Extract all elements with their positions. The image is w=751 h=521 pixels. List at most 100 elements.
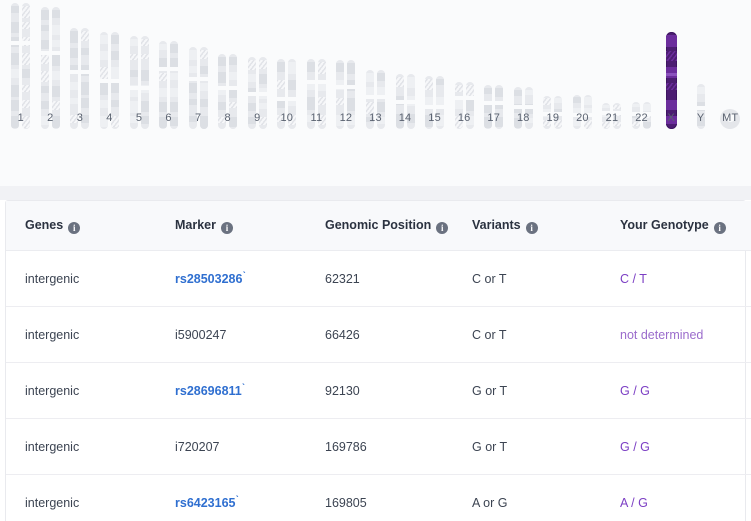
cell-marker: i720207: [175, 418, 325, 475]
cell-marker[interactable]: rs6423165ˋ: [175, 474, 325, 521]
cell-variants: A or G: [472, 474, 620, 521]
variant-table: Genes i Marker i Genomic Position i Variant…: [6, 201, 751, 521]
external-link-icon: ˋ: [235, 494, 239, 506]
chromosome-6[interactable]: 6: [154, 41, 184, 129]
external-link-icon: ˋ: [241, 382, 246, 394]
cell-genomic-position: 169786: [325, 418, 472, 475]
karyotype-panel: 1 2 3 4 5 6 7 8 9 10 11 12 13 14 15 16 17 18 19 20 21 22 X Y MT: [0, 0, 751, 186]
cell-genes: intergenic: [6, 306, 175, 363]
column-header-genes[interactable]: Genes i: [6, 201, 175, 251]
chromosome-x[interactable]: X: [656, 32, 686, 129]
chromosome-3[interactable]: 3: [65, 28, 95, 129]
marker-link-label: rs28696811: [175, 383, 242, 398]
chromosome-label-15: 15: [428, 112, 441, 124]
table-row[interactable]: intergenic rs28696811ˋ 92130 G or TG / G: [6, 362, 751, 419]
cell-marker[interactable]: rs28503286ˋ: [175, 250, 325, 307]
table-header: Genes i Marker i Genomic Position i Variant…: [6, 201, 751, 251]
external-link-icon: ˋ: [242, 270, 246, 282]
cell-genomic-position: 169805: [325, 474, 472, 521]
chromosome-label-10: 10: [280, 112, 294, 124]
marker-link-label: rs6423165: [175, 495, 236, 510]
genotype-not-determined: not determined: [620, 327, 704, 342]
panel-divider: [0, 186, 751, 200]
chromatid: [11, 3, 20, 129]
cell-variants: G or T: [472, 362, 620, 419]
table-row[interactable]: intergenic i5900247 66426 C or Tnot determi…: [6, 306, 751, 363]
table-row[interactable]: intergenic i720207 169786 G or TG / G: [6, 418, 751, 475]
chromosome-17[interactable]: 17: [479, 85, 509, 129]
marker-link[interactable]: rs28696811ˋ: [175, 382, 246, 398]
cell-genes: intergenic: [6, 250, 175, 307]
chromosome-20[interactable]: 20: [568, 95, 598, 129]
chromosome-mt[interactable]: MT: [715, 109, 745, 129]
cell-genes: intergenic: [6, 418, 175, 475]
column-header-variants-label: Variants: [472, 218, 521, 232]
chromosome-11[interactable]: 11: [302, 59, 332, 129]
chromosome-y[interactable]: Y: [686, 84, 716, 129]
column-header-variants[interactable]: Variants i: [472, 201, 620, 251]
table-row[interactable]: intergenic rs28503286ˋ 62321 C or TC / T: [6, 250, 751, 307]
chromosome-2[interactable]: 2: [36, 7, 66, 129]
genotype-value: G / G: [620, 439, 650, 454]
chromosome-label-6: 6: [165, 112, 172, 124]
column-header-marker[interactable]: Marker i: [175, 201, 325, 251]
genotype-value: G / G: [620, 383, 650, 398]
chromosome-label-9: 9: [254, 112, 261, 124]
cell-variants: C or T: [472, 250, 620, 307]
chromosome-12[interactable]: 12: [331, 60, 361, 129]
column-header-genes-label: Genes: [25, 218, 64, 232]
chromosome-label-17: 17: [487, 112, 501, 124]
cell-genes: intergenic: [6, 362, 175, 419]
column-header-genomic-position[interactable]: Genomic Position i: [325, 201, 472, 251]
cell-marker: i5900247: [175, 306, 325, 363]
marker-label: i720207: [175, 439, 220, 454]
info-icon[interactable]: i: [436, 222, 449, 234]
chromosome-1[interactable]: 1: [6, 3, 36, 129]
marker-link[interactable]: rs6423165ˋ: [175, 494, 239, 510]
chromosome-7[interactable]: 7: [183, 47, 213, 129]
table-row[interactable]: intergenic rs6423165ˋ 169805 A or GA / G: [6, 474, 751, 521]
cell-variants: C or T: [472, 306, 620, 363]
chromosome-21[interactable]: 21: [597, 103, 627, 129]
column-header-your-genotype[interactable]: Your Genotype i: [620, 201, 751, 251]
chromosome-8[interactable]: 8: [213, 54, 243, 129]
cell-marker[interactable]: rs28696811ˋ: [175, 362, 325, 419]
cell-your-genotype: G / G: [620, 362, 751, 419]
info-icon[interactable]: i: [68, 222, 81, 234]
cell-genomic-position: 66426: [325, 306, 472, 363]
chromosome-label-y: Y: [696, 112, 705, 124]
karyotype-ideogram[interactable]: 1 2 3 4 5 6 7 8 9 10 11 12 13 14 15 16 17 18 19 20 21 22 X Y MT: [0, 0, 751, 155]
chromosome-4[interactable]: 4: [95, 32, 125, 129]
chromatid: [40, 7, 49, 129]
cell-your-genotype: A / G: [620, 474, 751, 521]
chromosome-label-21: 21: [605, 112, 619, 124]
chromosome-label-20: 20: [576, 112, 589, 124]
chromosome-19[interactable]: 19: [538, 96, 568, 129]
cell-genes: intergenic: [6, 474, 175, 521]
chromosome-label-3: 3: [76, 112, 84, 124]
info-icon[interactable]: i: [713, 222, 726, 234]
variant-table-card: Genes i Marker i Genomic Position i Variant…: [5, 200, 751, 521]
cell-genomic-position: 62321: [325, 250, 472, 307]
chromosome-label-22: 22: [635, 112, 648, 124]
chromosome-label-12: 12: [339, 112, 353, 124]
chromosome-10[interactable]: 10: [272, 59, 302, 129]
chromosome-18[interactable]: 18: [509, 87, 539, 129]
chromosome-label-x: X: [667, 112, 675, 124]
chromosome-9[interactable]: 9: [242, 57, 272, 129]
marker-label: i5900247: [175, 327, 227, 342]
cell-your-genotype: not determined: [620, 306, 751, 363]
chromosome-15[interactable]: 15: [420, 76, 450, 129]
chromosome-16[interactable]: 16: [449, 82, 479, 129]
chromatid: [22, 3, 31, 129]
chromosome-5[interactable]: 5: [124, 36, 154, 129]
chromosome-label-mt: MT: [722, 112, 739, 124]
chromosome-13[interactable]: 13: [361, 70, 391, 129]
info-icon[interactable]: i: [221, 222, 233, 234]
marker-link[interactable]: rs28503286ˋ: [175, 270, 246, 286]
chromosome-label-14: 14: [398, 112, 412, 124]
info-icon[interactable]: i: [525, 222, 538, 234]
table-body: intergenic rs28503286ˋ 62321 C or TC / Tint…: [6, 250, 751, 521]
chromosome-14[interactable]: 14: [390, 74, 420, 129]
chromosome-22[interactable]: 22: [627, 102, 657, 129]
